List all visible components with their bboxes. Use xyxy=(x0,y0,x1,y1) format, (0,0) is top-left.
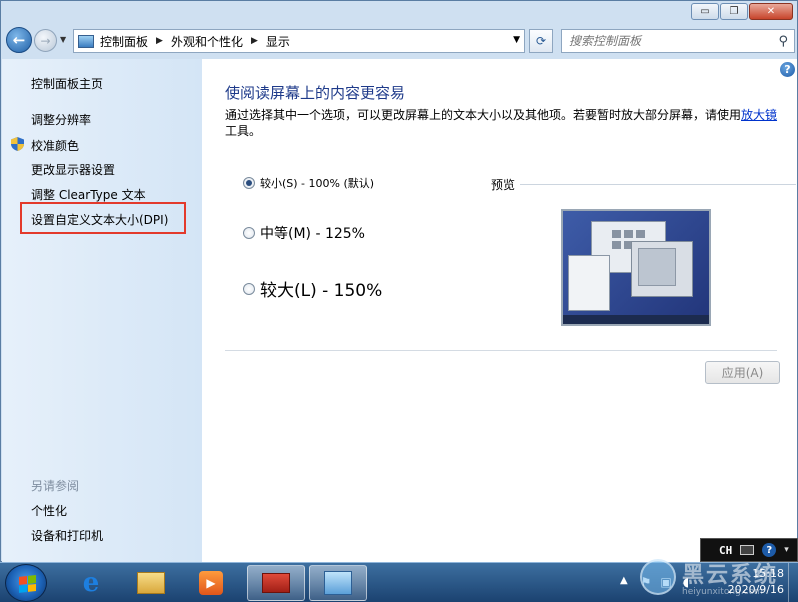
taskbar-explorer[interactable] xyxy=(122,565,180,601)
page-description: 通过选择其中一个选项，可以更改屏幕上的文本大小以及其他项。若要暂时放大部分屏幕，… xyxy=(225,107,783,139)
radio-smaller[interactable] xyxy=(243,177,255,189)
forward-button[interactable]: → xyxy=(34,29,57,52)
sidebar-item-personalization[interactable]: 个性化 xyxy=(31,502,67,519)
taskbar-media-player[interactable]: ▶ xyxy=(182,565,240,601)
section-divider xyxy=(225,350,777,351)
caption-buttons: ▭ ❐ ✕ xyxy=(691,3,793,20)
control-panel-icon xyxy=(78,34,94,48)
taskbar-ie[interactable]: e xyxy=(62,565,120,601)
taskbar-control-panel[interactable] xyxy=(309,565,367,601)
search-box[interactable]: ⚲ xyxy=(561,29,795,53)
watermark-url: heiyunxitong.com xyxy=(682,587,763,597)
shield-icon xyxy=(11,137,24,151)
control-panel-window: ▭ ❐ ✕ ← → ▼ 控制面板 ▶ 外观和个性化 ▶ 显示 ▼ ⟳ ⚲ 控制面… xyxy=(0,0,798,562)
taskbar-toolbox[interactable] xyxy=(247,565,305,601)
preview-label: 预览 xyxy=(491,178,516,192)
start-icon xyxy=(19,575,36,593)
preview-taskbar xyxy=(563,315,709,324)
preview-image xyxy=(561,209,711,326)
sidebar-item-calibrate-color[interactable]: 校准颜色 xyxy=(31,137,79,154)
sidebar-item-devices-printers[interactable]: 设备和打印机 xyxy=(31,527,103,544)
breadcrumb-item-display[interactable]: 显示 xyxy=(266,33,290,50)
folder-icon xyxy=(137,572,165,594)
sidebar-item-home[interactable]: 控制面板主页 xyxy=(31,75,103,92)
back-button[interactable]: ← xyxy=(6,27,32,53)
apply-button[interactable]: 应用(A) xyxy=(705,361,780,384)
control-panel-taskbar-icon xyxy=(324,571,352,595)
radio-larger[interactable] xyxy=(243,282,255,295)
address-row: ← → ▼ 控制面板 ▶ 外观和个性化 ▶ 显示 ▼ ⟳ ⚲ xyxy=(1,25,797,57)
watermark: 黑云系统 heiyunxitong.com xyxy=(640,555,790,601)
breadcrumb-separator-icon[interactable]: ▶ xyxy=(156,36,163,46)
help-icon[interactable]: ? xyxy=(780,62,795,77)
breadcrumb-item-appearance[interactable]: 外观和个性化 xyxy=(171,33,243,50)
start-button[interactable] xyxy=(5,564,47,602)
page-title: 使阅读屏幕上的内容更容易 xyxy=(225,84,406,102)
sidebar-item-resolution[interactable]: 调整分辨率 xyxy=(31,111,91,128)
recent-pages-dropdown[interactable]: ▼ xyxy=(60,35,66,44)
preview-window xyxy=(631,241,693,297)
keyboard-icon[interactable] xyxy=(740,545,755,555)
minimize-button[interactable]: ▭ xyxy=(691,3,719,20)
sidebar-item-cleartype[interactable]: 调整 ClearType 文本 xyxy=(31,186,146,203)
watermark-logo-icon xyxy=(640,559,676,595)
sidebar: 控制面板主页 调整分辨率 校准颜色 更改显示器设置 调整 ClearType 文… xyxy=(2,59,202,562)
radio-medium[interactable] xyxy=(243,227,255,239)
show-hidden-icons-icon[interactable]: ▲ xyxy=(620,575,628,586)
breadcrumb-separator-icon[interactable]: ▶ xyxy=(251,36,258,46)
option-larger[interactable]: 较大(L) - 150% xyxy=(243,276,382,301)
maximize-button[interactable]: ❐ xyxy=(720,3,748,20)
see-also-header: 另请参阅 xyxy=(31,479,80,493)
description-text-end: 工具。 xyxy=(225,124,262,138)
sidebar-item-display-settings[interactable]: 更改显示器设置 xyxy=(31,161,115,178)
breadcrumb-item-control-panel[interactable]: 控制面板 xyxy=(100,33,148,50)
preview-window xyxy=(568,255,610,311)
magnifier-link[interactable]: 放大镜 xyxy=(741,108,777,122)
watermark-text: 黑云系统 xyxy=(682,563,779,588)
refresh-button[interactable]: ⟳ xyxy=(529,29,553,53)
language-bar-options-icon[interactable]: ▾ xyxy=(784,545,789,555)
toolbox-icon xyxy=(262,573,290,593)
ie-icon: e xyxy=(82,568,100,598)
forward-icon: → xyxy=(40,33,51,48)
close-button[interactable]: ✕ xyxy=(749,3,793,20)
search-icon[interactable]: ⚲ xyxy=(778,34,788,49)
annotation-highlight-box xyxy=(20,202,186,234)
back-icon: ← xyxy=(12,31,26,49)
refresh-icon: ⟳ xyxy=(535,34,547,48)
option-medium[interactable]: 中等(M) - 125% xyxy=(243,223,365,243)
description-text: 通过选择其中一个选项，可以更改屏幕上的文本大小以及其他项。若要暂时放大部分屏幕，… xyxy=(225,108,742,122)
preview-divider xyxy=(520,184,796,185)
main-panel: ? 使阅读屏幕上的内容更容易 通过选择其中一个选项，可以更改屏幕上的文本大小以及… xyxy=(202,59,797,562)
option-medium-label[interactable]: 中等(M) - 125% xyxy=(260,223,365,243)
option-smaller[interactable]: 较小(S) - 100% (默认) xyxy=(243,175,374,191)
breadcrumb[interactable]: 控制面板 ▶ 外观和个性化 ▶ 显示 ▼ xyxy=(73,29,525,53)
search-input[interactable] xyxy=(569,34,769,48)
media-player-icon: ▶ xyxy=(199,571,223,595)
option-larger-label[interactable]: 较大(L) - 150% xyxy=(260,276,382,301)
address-dropdown-icon[interactable]: ▼ xyxy=(513,35,520,45)
option-smaller-label[interactable]: 较小(S) - 100% (默认) xyxy=(260,175,374,191)
